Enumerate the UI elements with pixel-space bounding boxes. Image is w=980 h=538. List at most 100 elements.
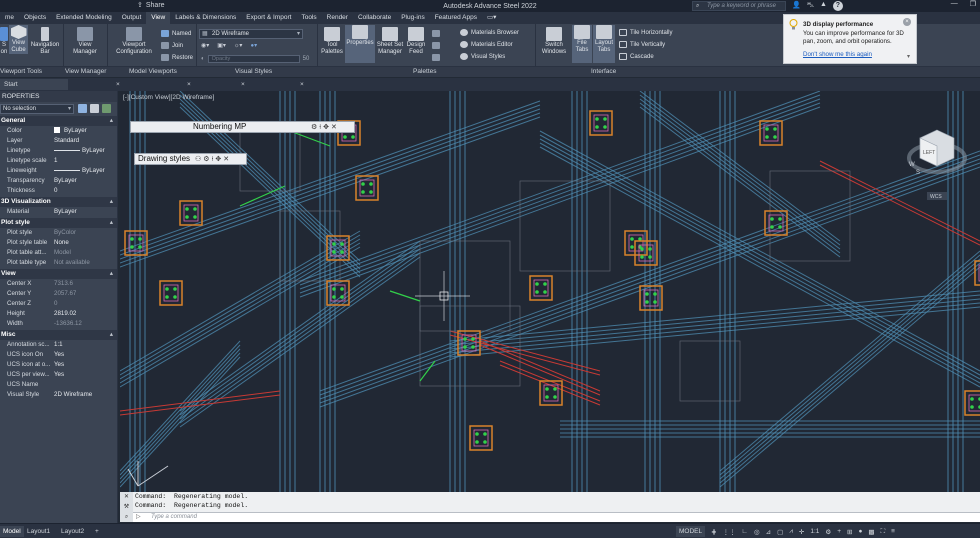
close-icon[interactable]: ✕: [223, 155, 229, 165]
named-viewports-button[interactable]: Named: [161, 30, 191, 37]
isodraft-icon[interactable]: ⊿: [766, 528, 771, 536]
user-icon[interactable]: 👤: [792, 1, 801, 11]
property-row[interactable]: Color ByLayer: [0, 126, 117, 136]
hardware-accel-icon[interactable]: ▩: [868, 528, 874, 536]
sphere-icon[interactable]: ◉▾: [201, 42, 209, 49]
model-space-button[interactable]: MODEL: [676, 526, 706, 537]
palette-extra-3[interactable]: [432, 54, 440, 61]
cascade-button[interactable]: Cascade: [619, 53, 654, 60]
palette-extra-1[interactable]: [432, 30, 440, 37]
clean-screen-icon[interactable]: ⛶: [881, 528, 886, 536]
close-icon[interactable]: ×: [237, 79, 249, 90]
viewcube[interactable]: LEFT W S WCS: [906, 126, 968, 206]
restore-viewports-button[interactable]: Restore: [161, 54, 193, 61]
plus-icon[interactable]: +: [837, 528, 841, 535]
grid-icon[interactable]: ⋕: [711, 528, 716, 536]
close-icon[interactable]: ×: [296, 79, 308, 90]
select-objects-icon[interactable]: [90, 104, 99, 113]
property-row[interactable]: Plot table type Not available: [0, 258, 117, 268]
tile-vertically-button[interactable]: Tile Vertically: [619, 41, 665, 48]
ribbon-tab-extended-modeling[interactable]: Extended Modeling: [51, 12, 117, 24]
lighting-icon[interactable]: ☼▾: [234, 42, 243, 49]
ribbon-tab-collaborate[interactable]: Collaborate: [353, 12, 396, 24]
chevron-up-icon[interactable]: ▴: [110, 269, 113, 279]
isolate-icon[interactable]: ●: [858, 528, 862, 535]
property-row[interactable]: Material ByLayer: [0, 207, 117, 217]
pin-icon[interactable]: ⍿: [212, 155, 214, 165]
panel-label-model-viewports[interactable]: Model Viewports: [129, 68, 177, 75]
navigation-bar-button[interactable]: Navigation Bar: [29, 27, 61, 56]
property-row[interactable]: Linetype ByLayer: [0, 146, 117, 156]
pin-icon[interactable]: ⍿: [319, 123, 321, 133]
property-row[interactable]: Annotation sc... 1:1: [0, 340, 117, 350]
tab-layout2[interactable]: Layout2: [58, 526, 87, 537]
panel-label-visual-styles[interactable]: Visual Styles: [235, 68, 272, 75]
customize-icon[interactable]: ≡: [891, 528, 895, 535]
section-header[interactable]: Plot style ▴: [0, 218, 117, 228]
property-row[interactable]: Plot style table None: [0, 238, 117, 248]
switch-windows-button[interactable]: Switch Windows: [539, 27, 569, 56]
color-icon[interactable]: ●▾: [250, 42, 257, 49]
command-options-icon[interactable]: ⌕: [120, 512, 133, 522]
join-viewports-button[interactable]: Join: [161, 42, 183, 49]
view-manager-button[interactable]: View Manager: [68, 27, 102, 56]
ribbon-tab-labels-dimensions[interactable]: Labels & Dimensions: [170, 12, 241, 24]
close-icon[interactable]: ×: [183, 79, 195, 90]
settings-icon[interactable]: ⚙: [203, 155, 209, 165]
property-row[interactable]: Center X 7313.6: [0, 279, 117, 289]
opacity-control[interactable]: ◐ Opacity 50: [201, 55, 309, 63]
property-row[interactable]: Linetype scale 1: [0, 156, 117, 166]
sheet-set-manager-button[interactable]: Sheet Set Manager: [376, 27, 404, 56]
property-row[interactable]: Transparency ByLayer: [0, 176, 117, 186]
command-input[interactable]: ▷ Type a command: [133, 512, 980, 522]
selection-dropdown[interactable]: No selection ▾: [0, 104, 74, 114]
search-input[interactable]: ⌕ Type a keyword or phrase: [692, 1, 786, 11]
design-feed-button[interactable]: Design Feed: [405, 27, 427, 56]
property-row[interactable]: Center Y 2057.67: [0, 289, 117, 299]
model-viewport[interactable]: [-][Custom View][2D Wireframe] Numbering…: [120, 91, 980, 492]
chevron-up-icon[interactable]: ▴: [110, 218, 113, 228]
view-cube-button[interactable]: View Cube: [9, 25, 28, 54]
autodesk-icon[interactable]: ▲: [820, 1, 827, 11]
ucs-icon-button[interactable]: S on: [0, 27, 8, 56]
minimize-icon[interactable]: —: [951, 0, 958, 8]
chevron-down-icon[interactable]: ▾: [907, 53, 910, 60]
ribbon-tab-plug-ins[interactable]: Plug-ins: [396, 12, 429, 24]
tool-palettes-button[interactable]: Tool Palettes: [321, 27, 343, 56]
property-row[interactable]: Thickness 0: [0, 186, 117, 196]
move-icon[interactable]: ✥: [323, 123, 329, 133]
property-row[interactable]: Center Z 0: [0, 299, 117, 309]
materials-browser-button[interactable]: Materials Browser: [460, 29, 519, 36]
ribbon-tab-tools[interactable]: Tools: [296, 12, 321, 24]
property-row[interactable]: UCS icon On Yes: [0, 350, 117, 360]
chevron-up-icon[interactable]: ▴: [110, 330, 113, 340]
share-button[interactable]: ⇪ Share: [137, 1, 165, 10]
snap-icon[interactable]: ⋮⋮: [723, 528, 736, 536]
move-icon[interactable]: ✥: [215, 155, 221, 165]
close-icon[interactable]: ✕: [331, 123, 337, 133]
tile-horizontally-button[interactable]: Tile Horizontally: [619, 29, 672, 36]
section-header[interactable]: General ▴: [0, 116, 117, 126]
user-icon[interactable]: ⚇: [195, 155, 201, 165]
viewport-configuration-button[interactable]: Viewport Configuration: [112, 27, 156, 56]
shadow-icon[interactable]: ▣▾: [217, 42, 226, 49]
osnap-icon[interactable]: ▢: [777, 528, 783, 536]
close-icon[interactable]: ×: [903, 18, 911, 26]
panel-label-palettes[interactable]: Palettes: [413, 68, 437, 75]
property-row[interactable]: Plot style ByColor: [0, 228, 117, 238]
section-header[interactable]: 3D Visualization ▴: [0, 197, 117, 207]
palette-extra-2[interactable]: [432, 42, 440, 49]
notification-dismiss-link[interactable]: Don't show me this again: [803, 51, 872, 58]
maximize-icon[interactable]: ❐: [970, 0, 976, 8]
property-row[interactable]: UCS per view... Yes: [0, 370, 117, 380]
annotation-scale-value[interactable]: 1:1: [810, 528, 819, 535]
property-row[interactable]: Width -13636.12: [0, 319, 117, 329]
ribbon-tab-output[interactable]: Output: [117, 12, 147, 24]
close-icon[interactable]: ×: [112, 79, 124, 90]
numbering-palette[interactable]: Numbering MP ⚙ ⍿ ✥ ✕: [130, 121, 355, 133]
property-row[interactable]: Lineweight ByLayer: [0, 166, 117, 176]
layout-tabs-button[interactable]: Layout Tabs: [593, 25, 615, 63]
property-row[interactable]: Layer Standard: [0, 136, 117, 146]
viewport-controls-label[interactable]: [-][Custom View][2D Wireframe]: [123, 94, 214, 101]
ribbon-tab-objects[interactable]: Objects: [19, 12, 51, 24]
